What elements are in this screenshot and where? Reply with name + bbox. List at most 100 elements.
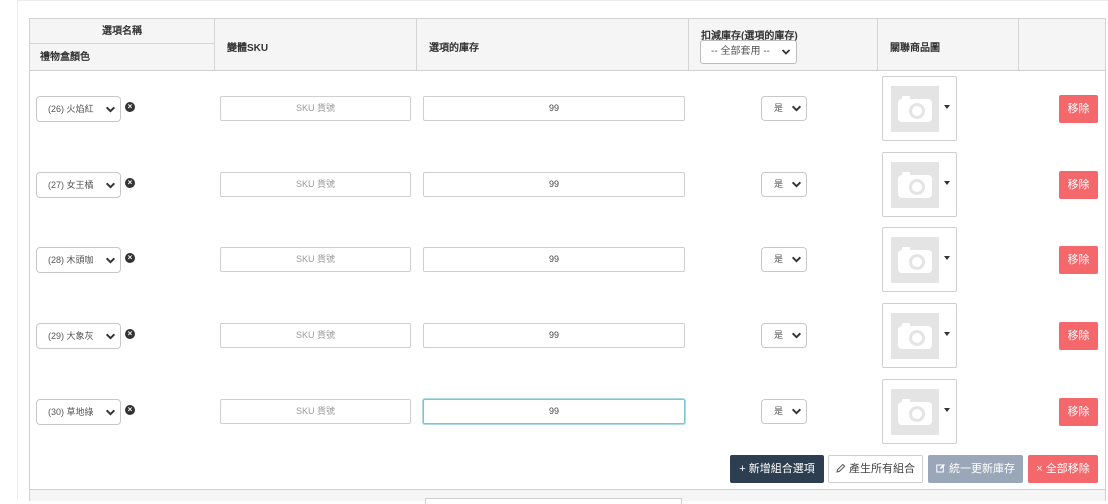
remove-option-icon[interactable]: × — [125, 102, 135, 112]
update-stock-label: 統一更新庫存 — [949, 463, 1016, 475]
table-row: (29) 大象灰 × SKU 貨號 99 是 移除 — [30, 298, 1105, 373]
deduct-apply-all-value: -- 全部套用 -- — [711, 46, 770, 57]
camera-placeholder-icon — [891, 237, 939, 283]
sku-input[interactable]: SKU 貨號 — [220, 399, 411, 424]
remove-row-button[interactable]: 移除 — [1059, 171, 1098, 199]
option-select[interactable]: (30) 草地綠 — [36, 399, 121, 425]
update-all-stock-button[interactable]: 統一更新庫存 — [928, 455, 1023, 483]
next-section-header — [29, 489, 1106, 504]
deduct-stock-value: 是 — [774, 103, 784, 113]
remove-row-button[interactable]: 移除 — [1059, 398, 1098, 426]
deduct-stock-select[interactable]: 是 — [761, 172, 807, 197]
chevron-down-icon — [105, 104, 116, 115]
remove-option-icon[interactable]: × — [125, 178, 135, 188]
page-left-border — [17, 0, 18, 501]
caret-down-icon — [944, 105, 950, 109]
table-header: 選項名稱 禮物盒顏色 變體SKU 選項的庫存 扣減庫存(選項的庫存) -- 全部… — [30, 19, 1105, 71]
close-icon: × — [1036, 463, 1043, 475]
option-select-value: (26) 火焰紅 — [48, 104, 94, 114]
remove-option-icon[interactable]: × — [125, 253, 135, 263]
chevron-down-icon — [791, 254, 802, 265]
chevron-down-icon — [105, 407, 116, 418]
chevron-down-icon — [781, 47, 791, 57]
option-select-value: (30) 草地綠 — [48, 407, 94, 417]
remove-row-button[interactable]: 移除 — [1059, 246, 1098, 274]
table-row: (26) 火焰紅 × SKU 貨號 99 是 移除 — [30, 71, 1105, 146]
header-deduct-stock: 扣減庫存(選項的庫存) -- 全部套用 -- — [689, 19, 878, 70]
remove-all-button[interactable]: × 全部移除 — [1028, 455, 1098, 483]
sku-input[interactable]: SKU 貨號 — [220, 323, 411, 348]
caret-down-icon — [944, 332, 950, 336]
sku-input[interactable]: SKU 貨號 — [220, 247, 411, 272]
option-select[interactable]: (29) 大象灰 — [36, 323, 121, 349]
stock-input[interactable]: 99 — [423, 323, 685, 348]
chevron-down-icon — [791, 103, 802, 114]
remove-all-label: 全部移除 — [1045, 463, 1090, 475]
generate-all-combinations-button[interactable]: 產生所有組合 — [828, 455, 923, 483]
caret-down-icon — [944, 181, 950, 185]
deduct-stock-select[interactable]: 是 — [761, 399, 807, 424]
product-image-picker[interactable] — [882, 227, 957, 292]
table-row: (28) 木頭咖 × SKU 貨號 99 是 移除 — [30, 222, 1105, 297]
plus-icon: + — [739, 463, 746, 475]
product-image-picker[interactable] — [882, 303, 957, 368]
chevron-down-icon — [105, 255, 116, 266]
deduct-stock-select[interactable]: 是 — [761, 323, 807, 348]
stock-input[interactable]: 99 — [423, 247, 685, 272]
camera-placeholder-icon — [891, 86, 939, 132]
add-combination-label: 新增組合選項 — [748, 463, 815, 475]
deduct-stock-select[interactable]: 是 — [761, 247, 807, 272]
remove-option-icon[interactable]: × — [125, 405, 135, 415]
header-option-name-label: 選項名稱 — [30, 19, 214, 44]
chevron-down-icon — [791, 406, 802, 417]
header-variant-sku-label: 變體SKU — [227, 43, 269, 54]
stock-input[interactable]: 99 — [423, 172, 685, 197]
camera-placeholder-icon — [891, 389, 939, 435]
header-product-image: 關聯商品圖 — [878, 19, 1019, 70]
page-top-border — [17, 0, 1108, 1]
deduct-stock-value: 是 — [774, 330, 784, 340]
camera-placeholder-icon — [891, 162, 939, 208]
table-row: (30) 草地綠 × SKU 貨號 99 是 移除 — [30, 373, 1105, 448]
stock-input[interactable]: 99 — [423, 96, 685, 121]
stock-input[interactable]: 99 — [423, 399, 685, 424]
variant-options-panel: 選項名稱 禮物盒顏色 變體SKU 選項的庫存 扣減庫存(選項的庫存) -- 全部… — [29, 18, 1106, 490]
header-option-group-label: 禮物盒顏色 — [40, 52, 90, 63]
caret-down-icon — [944, 256, 950, 260]
chevron-down-icon — [791, 330, 802, 341]
header-option-stock: 選項的庫存 — [417, 19, 689, 70]
remove-row-button[interactable]: 移除 — [1059, 322, 1098, 350]
table-row: (27) 女王橘 × SKU 貨號 99 是 移除 — [30, 147, 1105, 222]
deduct-stock-value: 是 — [774, 406, 784, 416]
deduct-apply-all-select[interactable]: -- 全部套用 -- — [700, 40, 797, 64]
pencil-icon — [836, 463, 846, 475]
product-image-picker[interactable] — [882, 76, 957, 141]
edit-icon — [936, 463, 946, 475]
remove-row-button[interactable]: 移除 — [1059, 95, 1098, 123]
header-product-image-label: 關聯商品圖 — [890, 43, 940, 54]
option-select-value: (27) 女王橘 — [48, 180, 94, 190]
chevron-down-icon — [105, 180, 116, 191]
product-image-picker[interactable] — [882, 379, 957, 444]
generate-all-label: 產生所有組合 — [849, 463, 916, 475]
add-combination-button[interactable]: + 新增組合選項 — [730, 455, 824, 483]
deduct-stock-value: 是 — [774, 179, 784, 189]
product-image-picker[interactable] — [882, 152, 957, 217]
next-section-input — [425, 498, 682, 504]
header-option-name: 選項名稱 禮物盒顏色 — [30, 19, 215, 70]
header-actions — [1019, 19, 1105, 70]
deduct-stock-select[interactable]: 是 — [761, 96, 807, 121]
option-select[interactable]: (27) 女王橘 — [36, 172, 121, 198]
option-select[interactable]: (26) 火焰紅 — [36, 96, 121, 122]
caret-down-icon — [944, 408, 950, 412]
sku-input[interactable]: SKU 貨號 — [220, 172, 411, 197]
option-select[interactable]: (28) 木頭咖 — [36, 247, 121, 273]
remove-option-icon[interactable]: × — [125, 329, 135, 339]
camera-placeholder-icon — [891, 313, 939, 359]
option-select-value: (29) 大象灰 — [48, 331, 94, 341]
header-option-stock-label: 選項的庫存 — [429, 43, 479, 54]
option-select-value: (28) 木頭咖 — [48, 255, 94, 265]
deduct-stock-value: 是 — [774, 254, 784, 264]
chevron-down-icon — [105, 331, 116, 342]
sku-input[interactable]: SKU 貨號 — [220, 96, 411, 121]
